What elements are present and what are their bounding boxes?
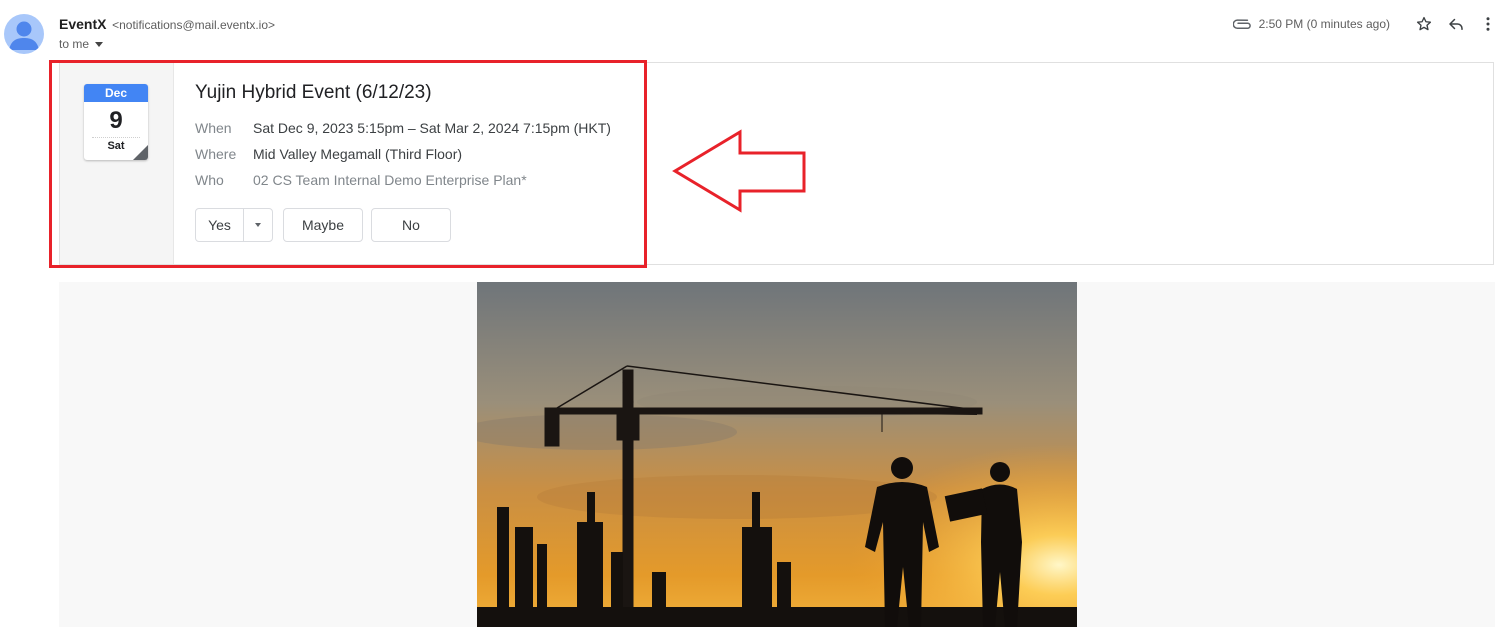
email-view: EventX <notifications@mail.eventx.io> to… bbox=[0, 0, 1502, 627]
annotation-highlight-box bbox=[49, 60, 647, 268]
attachment-icon bbox=[1232, 14, 1253, 34]
sender-email: <notifications@mail.eventx.io> bbox=[112, 18, 276, 32]
message-meta: 2:50 PM (0 minutes ago) bbox=[1232, 10, 1502, 38]
sender-line: EventX <notifications@mail.eventx.io> bbox=[59, 16, 275, 32]
sender-name[interactable]: EventX bbox=[59, 16, 106, 32]
caret-down-icon bbox=[95, 41, 104, 47]
more-vert-icon[interactable] bbox=[1474, 10, 1502, 38]
email-body-banner bbox=[59, 282, 1495, 627]
recipients-toggle[interactable]: to me bbox=[59, 37, 104, 51]
recipients-label: to me bbox=[59, 37, 90, 51]
star-icon[interactable] bbox=[1410, 10, 1438, 38]
message-time: 2:50 PM (0 minutes ago) bbox=[1258, 17, 1390, 31]
construction-sunset-image bbox=[477, 282, 1077, 627]
sender-avatar[interactable] bbox=[4, 14, 44, 54]
reply-icon[interactable] bbox=[1442, 10, 1470, 38]
annotation-arrow-icon bbox=[672, 129, 806, 213]
person-icon bbox=[9, 21, 39, 50]
